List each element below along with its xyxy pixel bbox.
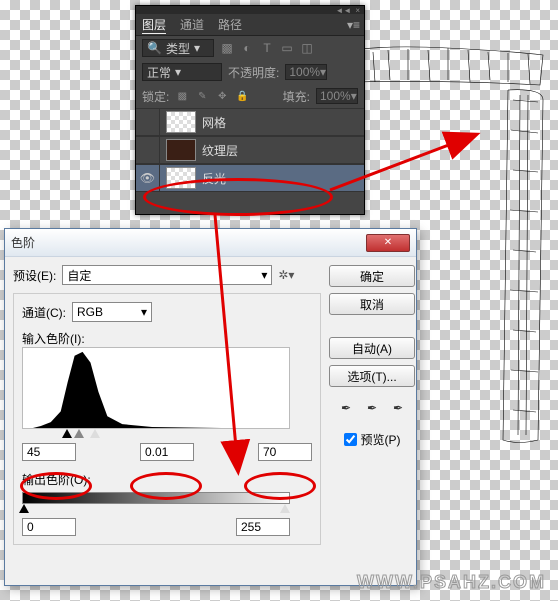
preview-check-input[interactable]: [344, 433, 357, 446]
blend-mode-value: 正常: [147, 64, 171, 81]
highlight-input[interactable]: 70: [258, 443, 312, 461]
midtone-slider[interactable]: [74, 429, 84, 438]
filter-icons: ▩ ◐ T ▭ ◫: [220, 41, 314, 55]
blend-mode-select[interactable]: 正常 ▾: [142, 63, 222, 81]
search-icon: 🔍: [147, 41, 162, 55]
collapse-icon[interactable]: ◄◄: [335, 6, 351, 15]
output-low-slider[interactable]: [19, 504, 29, 513]
midtone-input[interactable]: 0.01: [140, 443, 194, 461]
channel-label: 通道(C):: [22, 304, 66, 321]
shadow-slider[interactable]: [62, 429, 72, 438]
ok-button[interactable]: 确定: [329, 265, 415, 287]
layer-thumbnail: [166, 167, 196, 189]
layer-row[interactable]: 网格: [136, 108, 364, 136]
opacity-input[interactable]: 100%▾: [285, 64, 327, 80]
chevron-down-icon: ▾: [141, 305, 147, 319]
levels-dialog: 色阶 ✕ 预设(E): 自定 ▾ ✲▾ 通道(C): RGB ▾: [4, 228, 417, 586]
options-button[interactable]: 选项(T)...: [329, 365, 415, 387]
close-button[interactable]: ✕: [366, 234, 410, 252]
visibility-toggle[interactable]: 👁: [136, 164, 160, 192]
preset-menu-icon[interactable]: ✲▾: [278, 268, 294, 282]
fill-label: 填充:: [283, 88, 310, 105]
output-low-input[interactable]: 0: [22, 518, 76, 536]
lock-transparent-icon[interactable]: ▩: [175, 91, 189, 102]
channel-select[interactable]: RGB ▾: [72, 302, 152, 322]
highlight-slider[interactable]: [90, 429, 100, 438]
visibility-toggle[interactable]: [136, 136, 160, 164]
filter-kind-label: 类型: [166, 40, 190, 57]
output-high-slider[interactable]: [280, 504, 290, 513]
tab-paths[interactable]: 路径: [218, 16, 242, 33]
histogram: [22, 347, 290, 429]
chevron-down-icon: ▾: [194, 41, 200, 55]
output-low-value: 0: [27, 520, 34, 534]
shadow-value: 45: [27, 445, 40, 459]
highlight-value: 70: [263, 445, 276, 459]
preset-label: 预设(E):: [13, 267, 56, 284]
layer-thumbnail: [166, 111, 196, 133]
auto-button[interactable]: 自动(A): [329, 337, 415, 359]
lock-all-icon[interactable]: 🔒: [235, 91, 249, 102]
close-panel-icon[interactable]: ×: [355, 6, 360, 15]
output-high-input[interactable]: 255: [236, 518, 290, 536]
lock-move-icon[interactable]: ✥: [215, 91, 229, 102]
layer-row-selected[interactable]: 👁 反光: [136, 164, 364, 192]
layer-name: 反光: [202, 170, 226, 187]
dialog-titlebar[interactable]: 色阶 ✕: [5, 229, 416, 257]
tab-channels[interactable]: 通道: [180, 16, 204, 33]
eyedropper-black-icon[interactable]: ✒: [337, 399, 355, 417]
preview-checkbox[interactable]: 预览(P): [344, 431, 401, 448]
channel-value: RGB: [77, 305, 103, 319]
filter-smart-icon[interactable]: ◫: [300, 41, 314, 55]
layers-panel: ◄◄ × 图层 通道 路径 ▾≡ 🔍 类型 ▾ ▩ ◐ T ▭ ◫ 正常 ▾ 不…: [135, 5, 365, 215]
chevron-down-icon: ▾: [175, 65, 181, 79]
dialog-title: 色阶: [11, 234, 366, 251]
output-gradient: [22, 492, 290, 504]
preset-select[interactable]: 自定 ▾: [62, 265, 272, 285]
output-levels-label: 输出色阶(O):: [22, 473, 91, 487]
filter-shape-icon[interactable]: ▭: [280, 41, 294, 55]
filter-adjust-icon[interactable]: ◐: [240, 41, 254, 55]
filter-type-icon[interactable]: T: [260, 41, 274, 55]
layer-name: 网格: [202, 114, 226, 131]
lock-label: 锁定:: [142, 88, 169, 105]
layer-name: 纹理层: [202, 142, 238, 159]
filter-pixel-icon[interactable]: ▩: [220, 41, 234, 55]
chevron-down-icon: ▾: [320, 65, 326, 79]
preview-label: 预览(P): [361, 431, 401, 448]
input-slider-track[interactable]: [22, 429, 290, 439]
eyedropper-white-icon[interactable]: ✒: [389, 399, 407, 417]
tab-layers[interactable]: 图层: [142, 16, 166, 34]
panel-menu-icon[interactable]: ▾≡: [347, 18, 360, 32]
input-levels-label: 输入色阶(I):: [22, 332, 85, 346]
chevron-down-icon: ▾: [261, 268, 267, 282]
cancel-button[interactable]: 取消: [329, 293, 415, 315]
output-slider-track[interactable]: [22, 504, 290, 514]
preset-value: 自定: [67, 267, 91, 284]
fill-input[interactable]: 100%▾: [316, 88, 358, 104]
eyedropper-gray-icon[interactable]: ✒: [363, 399, 381, 417]
lock-paint-icon[interactable]: ✎: [195, 91, 209, 102]
chevron-down-icon: ▾: [351, 89, 357, 103]
shadow-input[interactable]: 45: [22, 443, 76, 461]
opacity-label: 不透明度:: [228, 64, 279, 81]
watermark: WWW.PSAHZ.COM: [357, 572, 546, 593]
output-high-value: 255: [241, 520, 261, 534]
midtone-value: 0.01: [145, 445, 168, 459]
opacity-value: 100%: [289, 65, 320, 79]
layer-row[interactable]: 纹理层: [136, 136, 364, 164]
visibility-toggle[interactable]: [136, 108, 160, 136]
filter-kind-select[interactable]: 🔍 类型 ▾: [142, 39, 214, 57]
layer-thumbnail: [166, 139, 196, 161]
fill-value: 100%: [320, 89, 351, 103]
